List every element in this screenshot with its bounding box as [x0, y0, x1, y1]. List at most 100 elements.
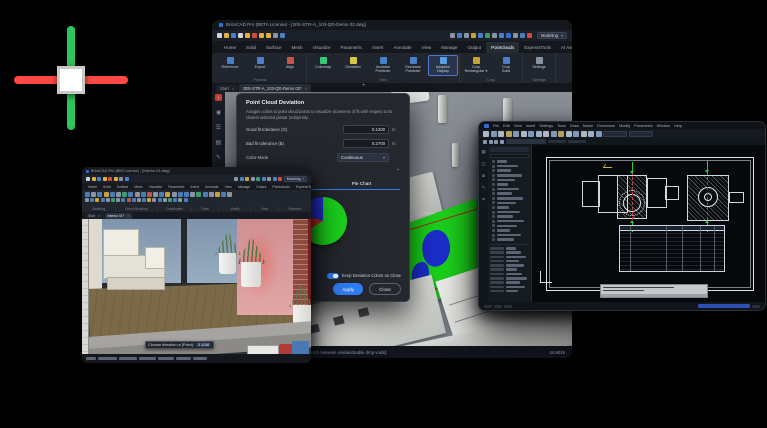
ribbon-tab[interactable]: Home: [219, 42, 241, 53]
ribbon-icon[interactable]: [95, 198, 100, 202]
ribbon-icon[interactable]: [136, 198, 141, 202]
ribbon-tab[interactable]: Mesh: [131, 185, 145, 189]
status-active-segment[interactable]: [698, 303, 750, 309]
ribbon-tab[interactable]: Insert: [188, 185, 202, 189]
tab-pie-chart[interactable]: Pie Chart: [323, 178, 400, 189]
small-icon[interactable]: [499, 139, 504, 144]
ribbon-tab[interactable]: ExpressTools: [293, 185, 311, 189]
qat-icon[interactable]: [491, 33, 497, 38]
ribbon-button[interactable]: Reference: [215, 55, 245, 71]
qat-icon[interactable]: [477, 33, 483, 38]
menu-item[interactable]: Draw: [570, 124, 579, 128]
sliders-icon[interactable]: ☰: [216, 125, 221, 131]
workspace-selector[interactable]: Modeling ▾: [536, 31, 567, 40]
ribbon-icon[interactable]: [128, 191, 134, 197]
ribbon-tab[interactable]: Manage: [235, 185, 253, 189]
qat-icon[interactable]: [124, 177, 129, 181]
qat-icon[interactable]: [224, 33, 229, 38]
rail-icon[interactable]: ⌗: [482, 197, 485, 202]
ribbon-button[interactable]: Decrease Pointsize: [398, 55, 428, 76]
qat-icon[interactable]: [526, 33, 532, 38]
ribbon-tab[interactable]: Parametric: [165, 185, 187, 189]
layer-dropdown[interactable]: [603, 130, 627, 137]
qat-icon[interactable]: [456, 33, 462, 38]
toolbar-icon[interactable]: [565, 130, 572, 137]
menu-item[interactable]: Model: [583, 124, 593, 128]
qat-icon[interactable]: [102, 177, 107, 181]
ribbon-tab[interactable]: Visualize: [308, 42, 336, 53]
ribbon-icon[interactable]: [147, 198, 152, 202]
qat-icon[interactable]: [234, 177, 239, 181]
ribbon-icon[interactable]: [173, 198, 178, 202]
rail-icon[interactable]: ▦: [481, 149, 485, 155]
ribbon-tab[interactable]: Surface: [261, 42, 287, 53]
ribbon-icon[interactable]: [103, 191, 109, 197]
toolbar-icon[interactable]: [490, 130, 497, 137]
good-fit-input[interactable]: 0.1200: [343, 125, 389, 135]
ribbon-icon[interactable]: [109, 191, 115, 197]
close-icon[interactable]: ×: [127, 213, 129, 218]
toolbar-icon[interactable]: [558, 130, 564, 137]
ribbon-icon[interactable]: [221, 191, 227, 197]
close-icon[interactable]: ×: [98, 213, 100, 218]
rail-icon[interactable]: ◫: [481, 161, 485, 167]
qat-icon[interactable]: [91, 177, 96, 181]
new-tab-button[interactable]: +: [362, 83, 366, 89]
qat-icon[interactable]: [217, 33, 222, 38]
qat-icon[interactable]: [252, 33, 257, 38]
qat-icon[interactable]: [113, 177, 118, 181]
drafting-canvas[interactable]: [532, 145, 765, 302]
menu-item[interactable]: File: [493, 124, 499, 128]
ribbon-icon[interactable]: [142, 198, 147, 202]
command-window[interactable]: [600, 284, 708, 298]
ribbon-tab[interactable]: Insert: [367, 42, 388, 53]
menu-item[interactable]: Help: [674, 124, 682, 128]
ribbon-icon[interactable]: [121, 198, 126, 202]
tooltip-value-field[interactable]: 3.1158: [195, 343, 212, 347]
ribbon-tab[interactable]: Pointclouds: [486, 41, 520, 53]
qat-icon[interactable]: [239, 177, 244, 181]
ribbon-tab[interactable]: Solid: [241, 42, 261, 53]
bad-fit-input[interactable]: 0.2700: [343, 139, 389, 149]
ribbon-icon[interactable]: [184, 191, 189, 197]
qat-icon[interactable]: [86, 177, 90, 181]
ribbon-tab[interactable]: ExpressTools: [519, 42, 556, 53]
ribbon-icon[interactable]: [178, 198, 183, 202]
ribbon-icon[interactable]: [146, 191, 152, 197]
ribbon-tab[interactable]: Parametric: [336, 42, 368, 53]
menu-item[interactable]: Tools: [557, 124, 566, 128]
document-tab[interactable]: 30S-STR-A_103-QD-Demo 02* ×: [239, 84, 311, 92]
ribbon-icon[interactable]: [162, 198, 167, 202]
toolbar-icon[interactable]: [550, 130, 557, 137]
ribbon-icon[interactable]: [153, 191, 159, 197]
qat-icon[interactable]: [463, 33, 469, 38]
ribbon-tab[interactable]: Home: [85, 185, 100, 189]
apply-button[interactable]: Apply: [333, 283, 364, 295]
ribbon-icon[interactable]: [134, 191, 140, 197]
toolbar-icon[interactable]: [528, 130, 534, 137]
menu-item[interactable]: Parametric: [634, 124, 652, 128]
qat-icon[interactable]: [273, 33, 278, 38]
ribbon-button[interactable]: Crop Solid: [491, 55, 521, 76]
ribbon-tab[interactable]: Annotate: [389, 42, 417, 53]
command-input-strip[interactable]: [601, 294, 707, 297]
structure-search-field[interactable]: [490, 154, 529, 158]
ribbon-tab[interactable]: Pointclouds: [269, 185, 293, 189]
qat-icon[interactable]: [272, 177, 277, 181]
ribbon-icon[interactable]: [152, 198, 157, 202]
toolbar-icon[interactable]: [535, 130, 542, 137]
ribbon-icon[interactable]: [171, 191, 177, 197]
rail-icon[interactable]: ✎: [482, 185, 486, 191]
layers-icon[interactable]: ▤: [216, 140, 222, 146]
ribbon-icon[interactable]: [157, 198, 162, 202]
ribbon-tab[interactable]: Output: [463, 42, 487, 53]
ribbon-tab[interactable]: Output: [253, 185, 269, 189]
ribbon-button[interactable]: Align: [275, 55, 305, 71]
close-icon[interactable]: ×: [305, 86, 307, 91]
linetype-dropdown[interactable]: [628, 130, 653, 137]
ribbon-icon[interactable]: [115, 191, 121, 197]
ribbon-icon[interactable]: [177, 191, 183, 197]
qat-icon[interactable]: [238, 33, 243, 38]
ribbon-button[interactable]: Crop Rectangular ▾: [461, 55, 491, 76]
qat-icon[interactable]: [256, 177, 261, 181]
